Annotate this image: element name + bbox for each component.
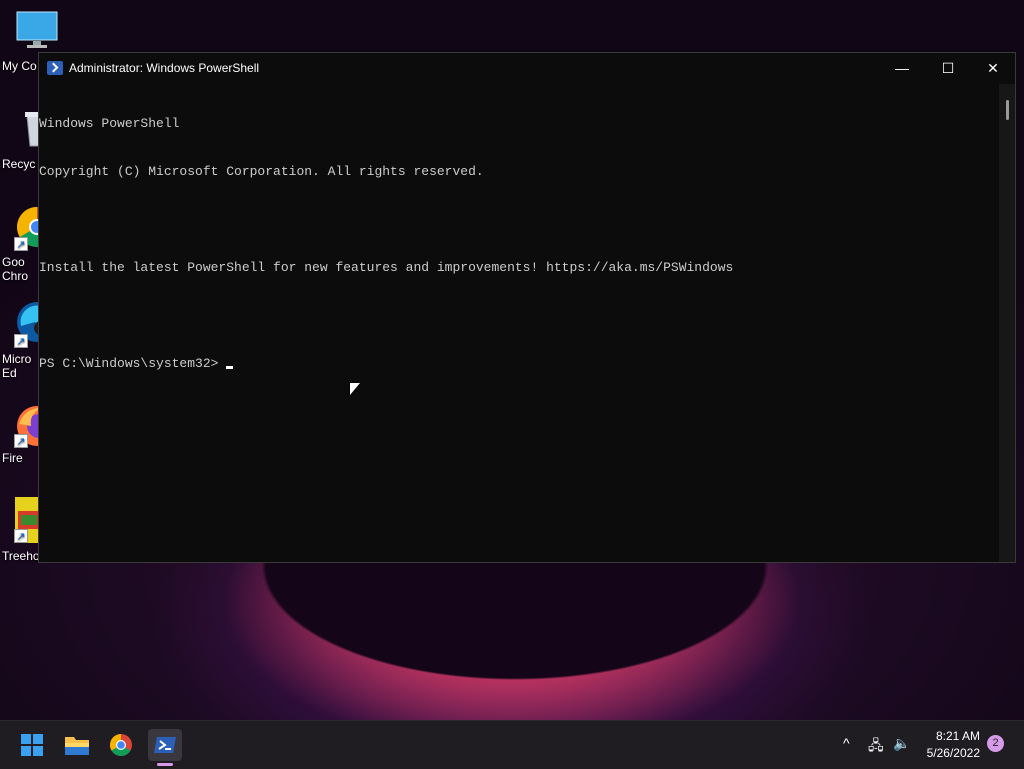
chrome-taskbar-button[interactable]	[104, 729, 138, 761]
network-icon[interactable]: 🖧	[868, 735, 884, 759]
chrome-icon	[110, 734, 132, 756]
powershell-taskbar-button[interactable]	[148, 729, 182, 761]
taskbar: ^ 🖧 🔈 8:21 AM 5/26/2022	[0, 720, 1024, 769]
volume-icon[interactable]: 🔈	[893, 735, 910, 752]
close-button[interactable]: ✕	[970, 53, 1016, 84]
active-app-indicator	[157, 763, 173, 766]
file-explorer-button[interactable]	[60, 729, 94, 761]
shortcut-arrow-icon: ↗	[14, 334, 28, 348]
file-explorer-icon	[65, 737, 89, 755]
text-cursor	[226, 366, 234, 369]
minimize-button[interactable]: —	[879, 53, 925, 84]
notification-badge[interactable]: 2	[987, 735, 1004, 752]
shortcut-arrow-icon: ↗	[14, 529, 28, 543]
shortcut-arrow-icon: ↗	[14, 434, 28, 448]
window-title: Administrator: Windows PowerShell	[69, 61, 260, 75]
maximize-button[interactable]: ☐	[925, 53, 971, 84]
mouse-pointer-icon	[350, 383, 360, 395]
show-hidden-icons-button[interactable]: ^	[843, 735, 850, 751]
start-icon	[21, 734, 43, 756]
window-titlebar[interactable]: Administrator: Windows PowerShell — ☐ ✕	[39, 53, 1015, 84]
vertical-scrollbar[interactable]	[999, 84, 1015, 562]
prompt-text: PS C:\Windows\system32>	[39, 356, 227, 371]
powershell-icon	[47, 61, 63, 75]
powershell-icon	[154, 737, 176, 753]
console-line: Copyright (C) Microsoft Corporation. All…	[39, 164, 484, 179]
console-output[interactable]: Windows PowerShell Copyright (C) Microso…	[39, 84, 999, 562]
clock-time[interactable]: 8:21 AM	[936, 729, 980, 743]
console-line: Install the latest PowerShell for new fe…	[39, 260, 734, 275]
clock-date[interactable]: 5/26/2022	[927, 746, 980, 760]
monitor-icon	[15, 10, 59, 54]
console-line: Windows PowerShell	[39, 116, 180, 131]
powershell-window[interactable]: Administrator: Windows PowerShell — ☐ ✕ …	[38, 52, 1016, 563]
scrollbar-thumb[interactable]	[1006, 100, 1009, 120]
start-button[interactable]	[15, 729, 49, 761]
prompt-line[interactable]: PS C:\Windows\system32>	[39, 356, 999, 372]
shortcut-arrow-icon: ↗	[14, 237, 28, 251]
